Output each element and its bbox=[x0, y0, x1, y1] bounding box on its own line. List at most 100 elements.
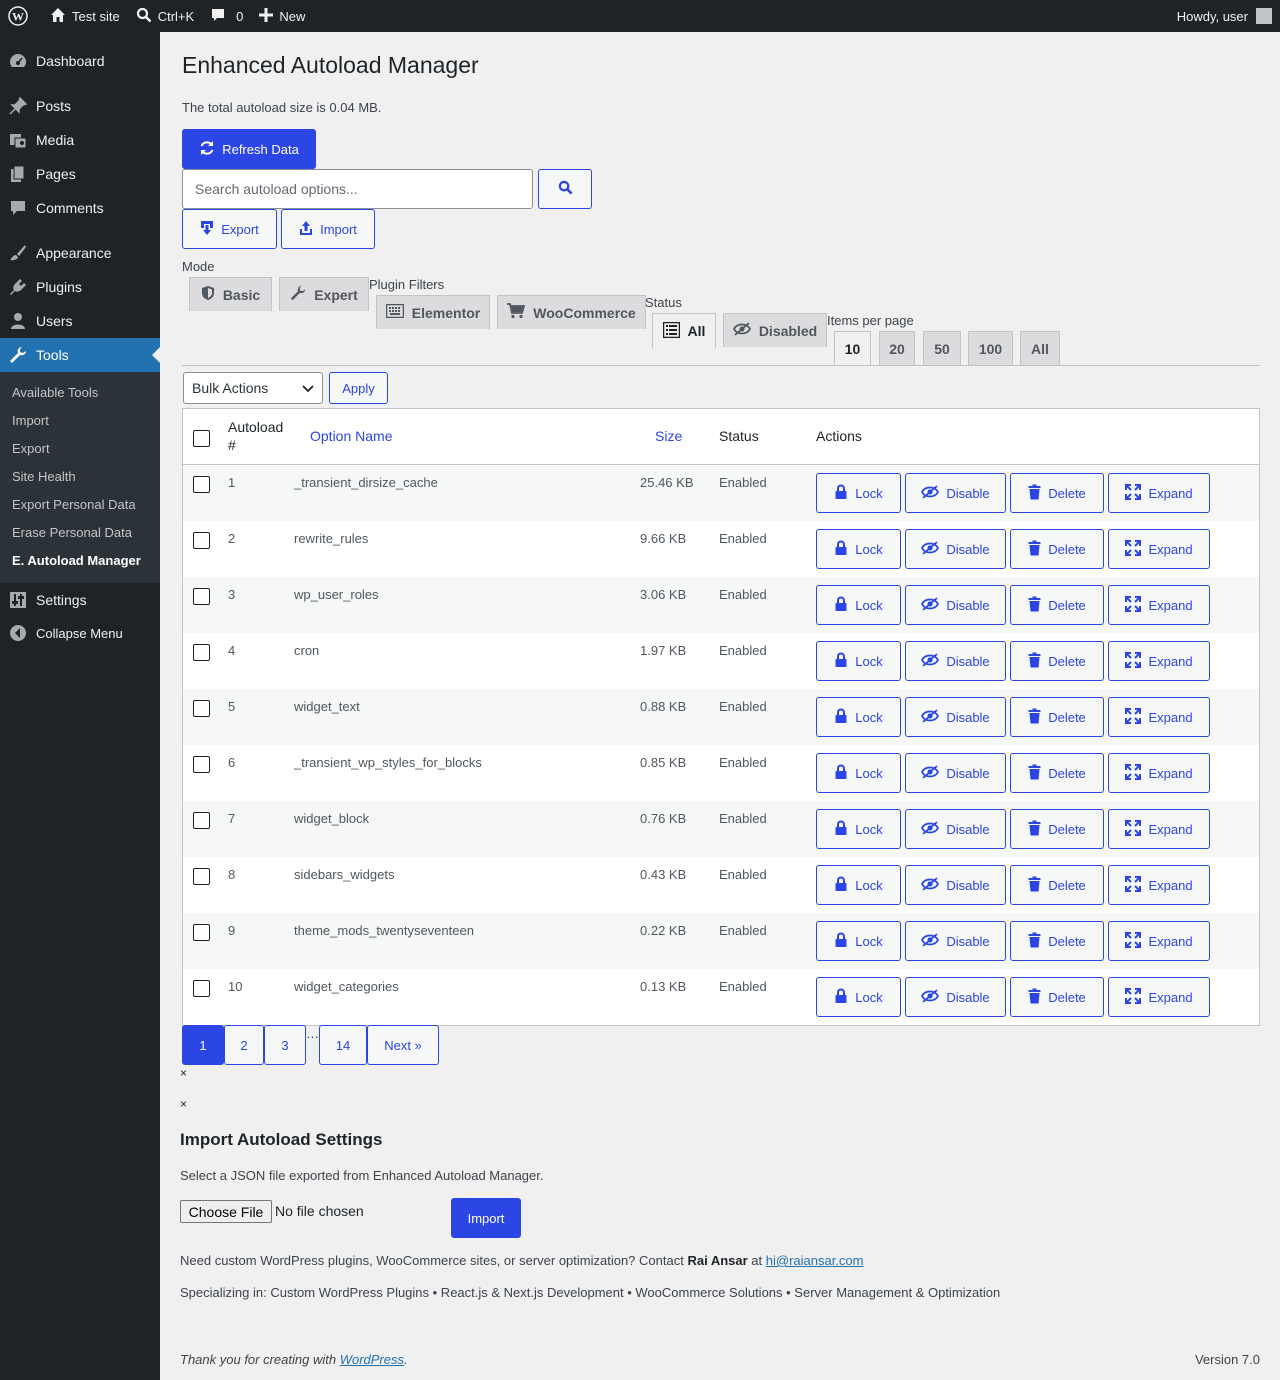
disable-button[interactable]: Disable bbox=[905, 473, 1006, 513]
tab-plugin-elementor[interactable]: Elementor bbox=[376, 295, 490, 329]
search-button[interactable] bbox=[538, 169, 592, 209]
sidebar-item-settings[interactable]: Settings bbox=[0, 583, 160, 617]
wordpress-logo-icon[interactable]: W bbox=[0, 0, 42, 32]
sidebar-item-posts[interactable]: Posts bbox=[0, 89, 160, 123]
expand-button[interactable]: Expand bbox=[1108, 473, 1210, 513]
submenu-site-health[interactable]: Site Health bbox=[0, 463, 160, 491]
lock-button[interactable]: Lock bbox=[816, 921, 901, 961]
lock-button[interactable]: Lock bbox=[816, 865, 901, 905]
delete-button[interactable]: Delete bbox=[1010, 921, 1104, 961]
import-button[interactable]: Import bbox=[281, 209, 375, 249]
next-page-button[interactable]: Next » bbox=[367, 1025, 439, 1065]
column-header-option-name[interactable]: Option Name bbox=[310, 428, 392, 444]
select-all-checkbox[interactable] bbox=[193, 430, 210, 447]
sidebar-item-tools[interactable]: Tools bbox=[0, 338, 160, 372]
expand-button[interactable]: Expand bbox=[1108, 697, 1210, 737]
search-input[interactable] bbox=[182, 169, 533, 209]
import-submit-button[interactable]: Import bbox=[451, 1198, 521, 1238]
lock-button[interactable]: Lock bbox=[816, 977, 901, 1017]
expand-button[interactable]: Expand bbox=[1108, 865, 1210, 905]
sidebar-item-dashboard[interactable]: Dashboard bbox=[0, 44, 160, 78]
disable-button[interactable]: Disable bbox=[905, 809, 1006, 849]
page-3-button[interactable]: 3 bbox=[264, 1025, 306, 1065]
disable-button[interactable]: Disable bbox=[905, 977, 1006, 1017]
lock-button[interactable]: Lock bbox=[816, 529, 901, 569]
sidebar-item-plugins[interactable]: Plugins bbox=[0, 270, 160, 304]
new-content-link[interactable]: New bbox=[251, 0, 313, 32]
delete-button[interactable]: Delete bbox=[1010, 529, 1104, 569]
page-1-button[interactable]: 1 bbox=[182, 1025, 224, 1065]
sidebar-item-appearance[interactable]: Appearance bbox=[0, 236, 160, 270]
delete-button[interactable]: Delete bbox=[1010, 865, 1104, 905]
sidebar-item-media[interactable]: Media bbox=[0, 123, 160, 157]
delete-button[interactable]: Delete bbox=[1010, 977, 1104, 1017]
tab-status-disabled[interactable]: Disabled bbox=[723, 313, 827, 347]
close-button[interactable]: × bbox=[180, 1097, 187, 1111]
lock-button[interactable]: Lock bbox=[816, 641, 901, 681]
contact-email-link[interactable]: hi@raiansar.com bbox=[766, 1253, 864, 1268]
expand-button[interactable]: Expand bbox=[1108, 977, 1210, 1017]
my-account-link[interactable]: Howdy, user bbox=[1177, 8, 1280, 24]
sidebar-item-pages[interactable]: Pages bbox=[0, 157, 160, 191]
disable-button[interactable]: Disable bbox=[905, 641, 1006, 681]
tab-mode-expert[interactable]: Expert bbox=[279, 277, 369, 311]
tab-status-all[interactable]: All bbox=[652, 313, 716, 348]
bulk-actions-select[interactable]: Bulk Actions bbox=[183, 372, 323, 404]
delete-button[interactable]: Delete bbox=[1010, 697, 1104, 737]
tab-plugin-woocommerce[interactable]: WooCommerce bbox=[497, 295, 646, 329]
expand-button[interactable]: Expand bbox=[1108, 921, 1210, 961]
expand-button[interactable]: Expand bbox=[1108, 753, 1210, 793]
delete-button[interactable]: Delete bbox=[1010, 809, 1104, 849]
disable-button[interactable]: Disable bbox=[905, 921, 1006, 961]
disable-button[interactable]: Disable bbox=[905, 585, 1006, 625]
row-checkbox[interactable] bbox=[193, 924, 210, 941]
submenu-import[interactable]: Import bbox=[0, 407, 160, 435]
collapse-menu-button[interactable]: Collapse Menu bbox=[0, 617, 160, 649]
row-checkbox[interactable] bbox=[193, 588, 210, 605]
row-checkbox[interactable] bbox=[193, 868, 210, 885]
close-button[interactable]: × bbox=[180, 1066, 187, 1080]
submenu-export[interactable]: Export bbox=[0, 435, 160, 463]
lock-button[interactable]: Lock bbox=[816, 809, 901, 849]
apply-button[interactable]: Apply bbox=[329, 372, 388, 404]
tab-perpage-20[interactable]: 20 bbox=[879, 331, 915, 365]
comments-link[interactable]: 0 bbox=[202, 0, 251, 32]
page-14-button[interactable]: 14 bbox=[319, 1025, 367, 1065]
refresh-data-button[interactable]: Refresh Data bbox=[182, 129, 316, 169]
tab-mode-basic[interactable]: Basic bbox=[189, 277, 272, 311]
row-checkbox[interactable] bbox=[193, 756, 210, 773]
expand-button[interactable]: Expand bbox=[1108, 641, 1210, 681]
delete-button[interactable]: Delete bbox=[1010, 473, 1104, 513]
row-checkbox[interactable] bbox=[193, 980, 210, 997]
export-button[interactable]: Export bbox=[182, 209, 277, 249]
sidebar-item-comments[interactable]: Comments bbox=[0, 191, 160, 225]
lock-button[interactable]: Lock bbox=[816, 585, 901, 625]
disable-button[interactable]: Disable bbox=[905, 697, 1006, 737]
sidebar-item-users[interactable]: Users bbox=[0, 304, 160, 338]
expand-button[interactable]: Expand bbox=[1108, 529, 1210, 569]
site-name-link[interactable]: Test site bbox=[42, 0, 128, 32]
delete-button[interactable]: Delete bbox=[1010, 585, 1104, 625]
disable-button[interactable]: Disable bbox=[905, 865, 1006, 905]
row-checkbox[interactable] bbox=[193, 700, 210, 717]
row-checkbox[interactable] bbox=[193, 476, 210, 493]
tab-perpage-10[interactable]: 10 bbox=[834, 331, 871, 366]
wordpress-link[interactable]: WordPress bbox=[340, 1352, 404, 1367]
tab-perpage-100[interactable]: 100 bbox=[968, 331, 1013, 365]
expand-button[interactable]: Expand bbox=[1108, 809, 1210, 849]
column-header-size[interactable]: Size bbox=[655, 428, 682, 444]
delete-button[interactable]: Delete bbox=[1010, 753, 1104, 793]
choose-file-button[interactable]: Choose File bbox=[180, 1200, 272, 1223]
row-checkbox[interactable] bbox=[193, 812, 210, 829]
page-2-button[interactable]: 2 bbox=[224, 1025, 264, 1065]
submenu-autoload-manager[interactable]: E. Autoload Manager bbox=[0, 547, 160, 575]
row-checkbox[interactable] bbox=[193, 644, 210, 661]
expand-button[interactable]: Expand bbox=[1108, 585, 1210, 625]
lock-button[interactable]: Lock bbox=[816, 697, 901, 737]
disable-button[interactable]: Disable bbox=[905, 529, 1006, 569]
command-search-link[interactable]: Ctrl+K bbox=[128, 0, 202, 32]
submenu-available-tools[interactable]: Available Tools bbox=[0, 379, 160, 407]
submenu-erase-personal-data[interactable]: Erase Personal Data bbox=[0, 519, 160, 547]
disable-button[interactable]: Disable bbox=[905, 753, 1006, 793]
submenu-export-personal-data[interactable]: Export Personal Data bbox=[0, 491, 160, 519]
